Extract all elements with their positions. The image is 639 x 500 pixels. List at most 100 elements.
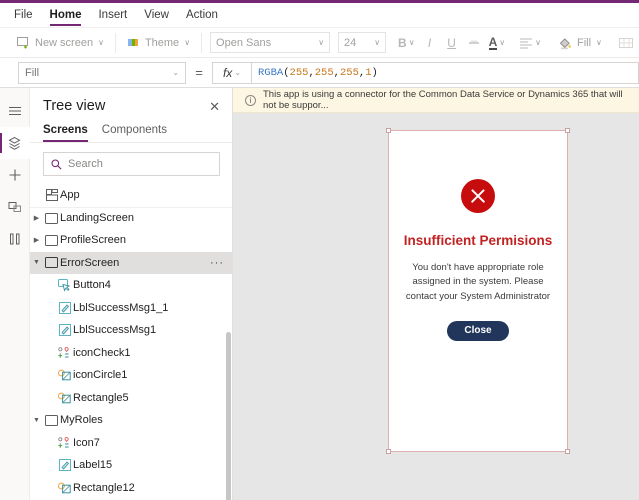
tree-node-label: iconCircle1 — [73, 369, 128, 382]
strikethrough-button[interactable] — [463, 31, 485, 55]
tab-screens[interactable]: Screens — [43, 120, 88, 142]
tree-node-myroles[interactable]: ▼ MyRoles — [30, 409, 232, 432]
property-select[interactable]: Fill ⌄ — [18, 61, 186, 84]
tree-node-label: iconCheck1 — [73, 346, 131, 359]
tree-node-rectangle12[interactable]: Rectangle12 — [30, 477, 232, 500]
theme-label: Theme — [144, 36, 180, 49]
align-button[interactable]: ∨ — [515, 31, 545, 55]
menu-item-home[interactable]: Home — [49, 3, 81, 28]
media-icon[interactable] — [0, 223, 30, 255]
font-color-label: A — [488, 34, 498, 50]
warning-banner[interactable]: i This app is using a connector for the … — [233, 88, 639, 113]
tree-node-button4[interactable]: Button4 — [30, 274, 232, 297]
tree-node-label: Rectangle5 — [73, 391, 129, 404]
font-color-button[interactable]: A ∨ — [485, 31, 510, 55]
tree-node-label: LandingScreen — [60, 212, 135, 225]
tree-node-iconcheck1[interactable]: iconCheck1 — [30, 342, 232, 365]
data-icon[interactable] — [0, 191, 30, 223]
property-select-value: Fill — [25, 66, 40, 79]
chevron-right-icon[interactable]: ▶ — [30, 214, 43, 222]
phone-canvas[interactable]: Insufficient Permisions You don't have a… — [386, 128, 570, 454]
close-button[interactable]: Close — [447, 320, 509, 341]
tree-node-iconcircle1[interactable]: iconCircle1 — [30, 364, 232, 387]
font-size-value: 24 — [344, 36, 357, 49]
chevron-right-icon[interactable]: ▶ — [30, 236, 43, 244]
tree-node-landingscreen[interactable]: ▶ LandingScreen — [30, 206, 232, 230]
tree-node-icon7[interactable]: Icon7 — [30, 432, 232, 455]
font-size-select[interactable]: 24 ∨ — [338, 32, 387, 53]
tree-node-profilescreen[interactable]: ▶ ProfileScreen — [30, 229, 232, 252]
formula-arg-1: 255 — [289, 66, 309, 79]
resize-handle-tl[interactable] — [386, 128, 391, 133]
tree-node-label: Label15 — [73, 459, 113, 472]
tree-node-app[interactable]: App — [30, 184, 232, 207]
tree-view-header: Tree view ✕ — [30, 88, 232, 120]
theme-icon — [127, 36, 140, 49]
search-icon — [51, 158, 62, 170]
fill-button[interactable]: Fill ∨ — [551, 31, 609, 55]
formula-equals-sign: = — [195, 65, 203, 80]
chevron-down-icon[interactable]: ▼ — [30, 259, 43, 266]
menu-item-view[interactable]: View — [144, 3, 169, 28]
italic-button[interactable]: I — [419, 31, 441, 55]
chevron-down-icon: ⌄ — [234, 68, 242, 77]
chevron-down-icon: ∨ — [596, 38, 602, 47]
fx-button[interactable]: fx ⌄ — [212, 61, 252, 84]
resize-handle-br[interactable] — [565, 449, 570, 454]
tree-node-label: Rectangle12 — [73, 481, 135, 494]
tree-node-lblsuccessmsg1-1[interactable]: LblSuccessMsg1_1 — [30, 297, 232, 320]
formula-bar: Fill ⌄ = fx ⌄ RGBA(255, 255, 255, 1) — [0, 58, 639, 88]
menu-item-action[interactable]: Action — [186, 3, 218, 28]
menu-item-insert[interactable]: Insert — [98, 3, 127, 28]
ribbon-toolbar: New screen ∨ Theme ∨ Open Sans ∨ 24 ∨ B … — [0, 28, 639, 58]
tree-node-errorscreen[interactable]: ▼ ErrorScreen ··· — [30, 251, 232, 274]
menu-bar: File Home Insert View Action — [0, 3, 639, 28]
screen-icon — [43, 257, 60, 269]
fill-bucket-icon — [558, 36, 572, 50]
tree-scrollbar-thumb[interactable] — [226, 332, 231, 500]
new-screen-button[interactable]: New screen ∨ — [10, 31, 111, 55]
app-icon — [43, 189, 60, 202]
formula-arg-2: 255 — [314, 66, 334, 79]
fill-label: Fill — [576, 36, 592, 49]
chevron-down-icon[interactable]: ▼ — [30, 417, 43, 424]
hamburger-menu-icon[interactable] — [0, 95, 30, 127]
shape-icon — [56, 346, 73, 359]
tree-node-lblsuccessmsg1[interactable]: LblSuccessMsg1 — [30, 319, 232, 342]
tree-node-rectangle5[interactable]: Rectangle5 — [30, 387, 232, 410]
left-icon-rail — [0, 88, 30, 500]
rectangle-icon — [56, 482, 73, 494]
menu-item-file[interactable]: File — [14, 3, 33, 28]
close-icon[interactable]: ✕ — [209, 100, 220, 113]
resize-handle-tr[interactable] — [565, 128, 570, 133]
rectangle-icon — [56, 369, 73, 381]
theme-button[interactable]: Theme ∨ — [120, 31, 197, 55]
formula-arg-3: 255 — [339, 66, 359, 79]
search-input[interactable] — [68, 158, 212, 170]
tree-scrollbar[interactable] — [226, 184, 231, 500]
screen-icon — [43, 212, 60, 224]
borders-button[interactable] — [615, 31, 638, 55]
dialog-title: Insufficient Permisions — [403, 233, 553, 248]
resize-handle-bl[interactable] — [386, 449, 391, 454]
warning-text: This app is using a connector for the Co… — [263, 89, 623, 111]
search-box[interactable] — [43, 152, 220, 176]
button-icon — [56, 278, 73, 292]
tree-node-label: App — [60, 189, 80, 202]
bold-button[interactable]: B ∨ — [394, 31, 419, 55]
tree-node-list[interactable]: App ▶ LandingScreen ▶ ProfileScreen ▼ Er… — [30, 184, 232, 500]
font-name-value: Open Sans — [216, 36, 272, 49]
label-icon — [56, 459, 73, 472]
underline-button[interactable]: U — [441, 31, 463, 55]
tree-node-label: ProfileScreen — [60, 234, 127, 247]
tree-node-label15[interactable]: Label15 — [30, 454, 232, 477]
formula-input[interactable]: RGBA(255, 255, 255, 1) — [252, 61, 639, 84]
tree-search-wrap — [30, 143, 232, 184]
tree-node-overflow-menu[interactable]: ··· — [210, 257, 224, 269]
font-name-select[interactable]: Open Sans ∨ — [210, 32, 331, 53]
tab-components[interactable]: Components — [102, 120, 167, 142]
insert-icon[interactable] — [0, 159, 30, 191]
bold-label: B — [398, 35, 407, 50]
powerapps-studio-window: File Home Insert View Action New screen … — [0, 0, 639, 500]
tree-view-icon[interactable] — [0, 127, 30, 159]
